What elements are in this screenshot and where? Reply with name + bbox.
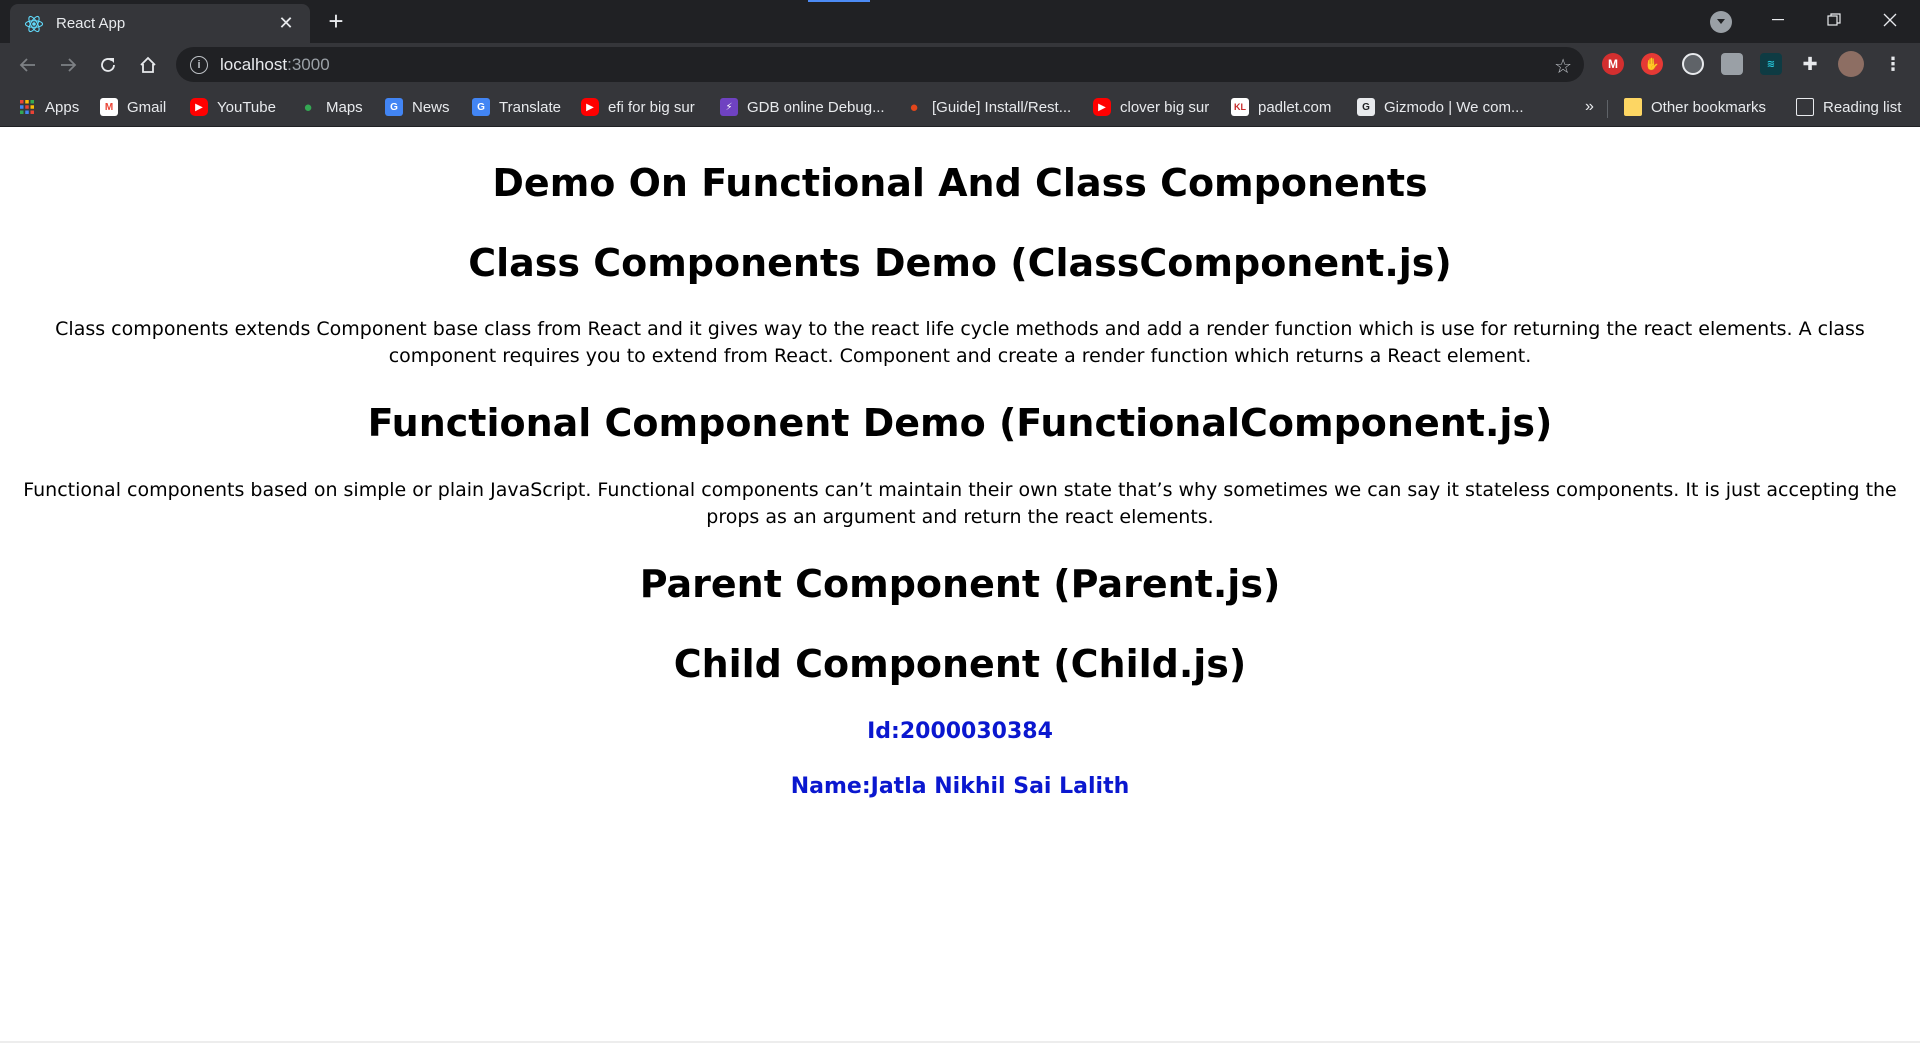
functional-component-heading: Functional Component Demo (FunctionalCom… xyxy=(367,401,1553,445)
bookmark-maps[interactable]: ● Maps xyxy=(299,96,363,118)
profile-card-extension-icon[interactable] xyxy=(1721,53,1743,75)
bookmark-label: [Guide] Install/Rest... xyxy=(932,98,1072,116)
translate-icon: G xyxy=(472,98,490,116)
bookmark-star-icon[interactable]: ☆ xyxy=(1554,54,1572,79)
bookmarks-separator xyxy=(1607,100,1608,118)
parent-component-heading: Parent Component (Parent.js) xyxy=(639,562,1281,606)
bookmark-label: News xyxy=(412,98,450,116)
padlet-icon: KL xyxy=(1231,98,1249,116)
extensions-puzzle-icon[interactable]: ✚ xyxy=(1799,53,1821,75)
url-host: localhost xyxy=(220,54,288,74)
loading-indicator xyxy=(808,0,870,2)
new-tab-button[interactable]: + xyxy=(322,8,350,36)
bookmarks-bar: Apps M Gmail ▶ YouTube ● Maps G News G T… xyxy=(0,86,1920,127)
youtube-icon: ▶ xyxy=(1093,98,1111,116)
child-name: Name:Jatla Nikhil Sai Lalith xyxy=(790,774,1130,799)
profile-avatar[interactable] xyxy=(1838,51,1864,77)
minimize-button[interactable] xyxy=(1750,0,1806,40)
close-window-button[interactable] xyxy=(1862,0,1918,40)
bookmark-efi-for-big-sur[interactable]: ▶ efi for big sur xyxy=(581,96,695,118)
browser-toolbar: i localhost :3000 ☆ M ✋ ≋ ✚ ⋮ xyxy=(0,43,1920,86)
apple-icon: ● xyxy=(909,98,919,116)
close-tab-icon[interactable]: ✕ xyxy=(276,13,296,34)
apps-grid-icon xyxy=(18,98,36,116)
bookmark-apps[interactable]: Apps xyxy=(18,96,79,118)
gmail-icon: M xyxy=(100,98,118,116)
adblock-extension-icon[interactable]: ✋ xyxy=(1641,53,1663,75)
bookmark-padlet[interactable]: KL padlet.com xyxy=(1231,96,1331,118)
functional-component-text: Functional components based on simple or… xyxy=(23,479,1897,528)
news-icon: G xyxy=(385,98,403,116)
site-info-icon[interactable]: i xyxy=(190,55,208,74)
reading-list-icon xyxy=(1796,98,1814,116)
bookmark-label: Translate xyxy=(499,98,561,116)
speed-dial-extension-icon[interactable] xyxy=(1682,53,1704,75)
back-button[interactable] xyxy=(12,49,44,81)
tab-strip: React App ✕ + xyxy=(0,0,1920,43)
tab-title: React App xyxy=(56,15,126,32)
bookmark-label: YouTube xyxy=(217,98,276,116)
bookmark-label: Gizmodo | We com... xyxy=(1384,98,1524,116)
tab-search-icon[interactable] xyxy=(1710,11,1732,33)
page-content: Demo On Functional And Class Components … xyxy=(0,127,1920,1043)
child-id: Id:2000030384 xyxy=(867,719,1053,744)
bookmark-news[interactable]: G News xyxy=(385,96,450,118)
tab-react-app[interactable]: React App ✕ xyxy=(10,4,310,43)
youtube-icon: ▶ xyxy=(581,98,599,116)
bookmark-label: GDB online Debug... xyxy=(747,98,885,116)
bookmark-label: efi for big sur xyxy=(608,98,695,116)
react-logo-icon xyxy=(24,14,44,34)
home-button[interactable] xyxy=(132,49,164,81)
forward-button[interactable] xyxy=(52,49,84,81)
bookmarks-overflow-button[interactable]: » xyxy=(1585,96,1594,118)
reading-list-button[interactable]: Reading list xyxy=(1796,96,1901,118)
bookmark-youtube[interactable]: ▶ YouTube xyxy=(190,96,276,118)
class-component-heading: Class Components Demo (ClassComponent.js… xyxy=(468,241,1452,285)
other-bookmarks-folder[interactable]: Other bookmarks xyxy=(1624,96,1766,118)
bookmark-label: Apps xyxy=(45,98,80,116)
bookmark-gmail[interactable]: M Gmail xyxy=(100,96,166,118)
bookmark-clover-big-sur[interactable]: ▶ clover big sur xyxy=(1093,96,1209,118)
url-port: :3000 xyxy=(287,54,330,74)
other-bookmarks-label: Other bookmarks xyxy=(1651,98,1767,116)
child-component-heading: Child Component (Child.js) xyxy=(673,642,1247,686)
bookmark-translate[interactable]: G Translate xyxy=(472,96,561,118)
restore-button[interactable] xyxy=(1806,0,1862,40)
folder-icon xyxy=(1624,98,1642,116)
bookmark-label: Gmail xyxy=(127,98,167,116)
bookmark-gizmodo[interactable]: G Gizmodo | We com... xyxy=(1357,96,1524,118)
mcafee-extension-icon[interactable]: M xyxy=(1602,53,1624,75)
class-component-text: Class components extends Component base … xyxy=(55,318,1865,367)
bookmark-guide-install[interactable]: ● [Guide] Install/Rest... xyxy=(905,96,1071,118)
page-title: Demo On Functional And Class Components xyxy=(492,161,1428,205)
reload-button[interactable] xyxy=(92,49,124,81)
bookmark-label: Maps xyxy=(326,98,363,116)
youtube-icon: ▶ xyxy=(190,98,208,116)
bookmark-label: padlet.com xyxy=(1258,98,1332,116)
gdb-icon: ⚡ xyxy=(720,98,738,116)
bookmark-label: clover big sur xyxy=(1120,98,1210,116)
stats-extension-icon[interactable]: ≋ xyxy=(1760,53,1782,75)
bookmark-gdb-online[interactable]: ⚡ GDB online Debug... xyxy=(720,96,885,118)
address-bar[interactable]: i localhost :3000 ☆ xyxy=(176,47,1584,82)
gizmodo-icon: G xyxy=(1357,98,1375,116)
maps-icon: ● xyxy=(303,98,313,116)
reading-list-label: Reading list xyxy=(1823,98,1902,116)
chrome-menu-icon[interactable]: ⋮ xyxy=(1882,53,1904,75)
